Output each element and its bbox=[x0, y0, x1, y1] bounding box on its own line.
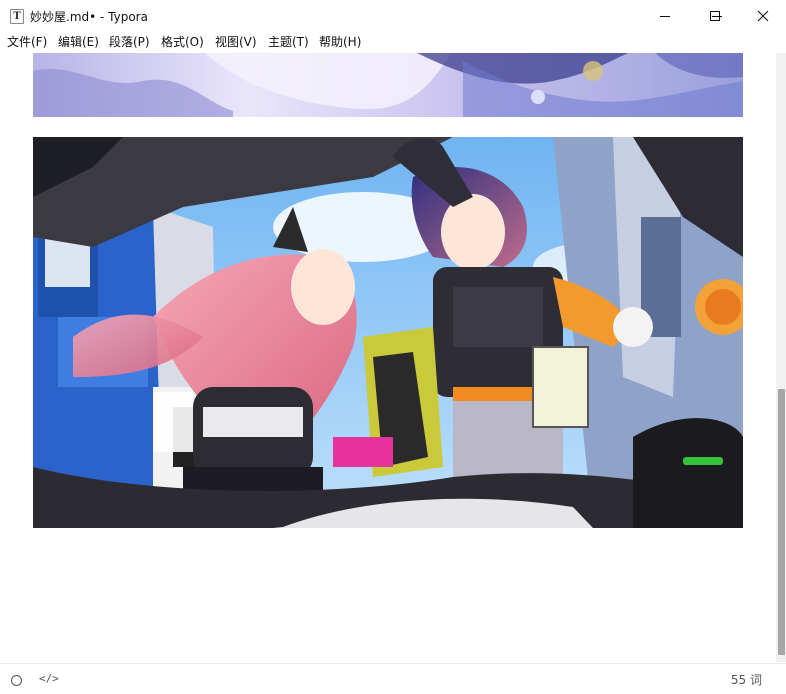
illustration-1 bbox=[33, 53, 743, 117]
menu-edit[interactable]: 编辑(E) bbox=[58, 34, 99, 50]
maximize-icon bbox=[710, 10, 720, 21]
window-title: 妙妙屋.md• - Typora bbox=[30, 10, 148, 24]
maximize-button-control[interactable] bbox=[692, 0, 738, 31]
menu-format[interactable]: 格式(O) bbox=[161, 34, 204, 50]
circle-icon[interactable] bbox=[11, 675, 22, 686]
status-bar: </> 55 词 bbox=[0, 663, 786, 694]
close-icon bbox=[757, 10, 769, 21]
illustration-2 bbox=[33, 137, 743, 528]
word-count[interactable]: 55 词 bbox=[731, 671, 762, 688]
menu-view[interactable]: 视图(V) bbox=[215, 34, 257, 50]
menu-help[interactable]: 帮助(H) bbox=[319, 34, 361, 50]
minimize-button-control[interactable] bbox=[642, 0, 688, 31]
code-icon[interactable]: </> bbox=[39, 672, 59, 686]
scrollbar-thumb[interactable] bbox=[778, 389, 785, 655]
typora-app-icon: T bbox=[10, 9, 24, 24]
menu-theme[interactable]: 主题(T) bbox=[268, 34, 309, 50]
close-button[interactable] bbox=[740, 0, 786, 31]
editor-area[interactable] bbox=[0, 53, 776, 662]
menu-bar: 文件(F) 编辑(E) 段落(P) 格式(O) 视图(V) 主题(T) 帮助(H… bbox=[0, 31, 786, 53]
menu-paragraph[interactable]: 段落(P) bbox=[109, 34, 150, 50]
document-image-1[interactable] bbox=[33, 53, 743, 117]
minimize-icon bbox=[660, 15, 670, 17]
document-image-2[interactable] bbox=[33, 137, 743, 528]
menu-file[interactable]: 文件(F) bbox=[7, 34, 47, 50]
